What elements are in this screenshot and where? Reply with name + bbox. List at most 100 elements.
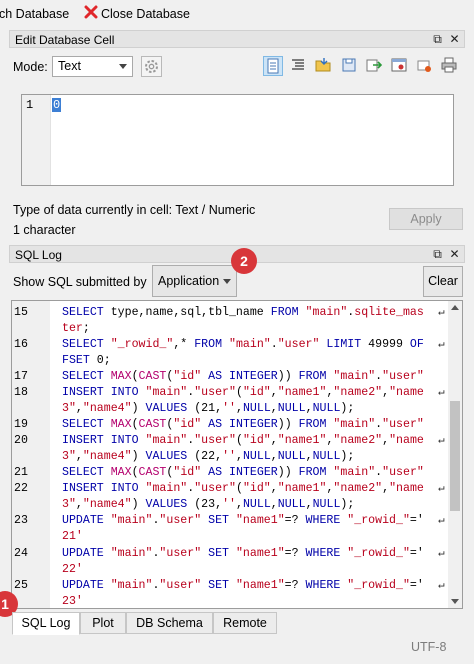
code-token: );: [340, 402, 355, 415]
code-token: sqlite_mas: [354, 306, 424, 319]
code-token: ): [131, 498, 146, 511]
code-token: ,: [75, 402, 83, 415]
code-token: 23': [62, 595, 83, 608]
cell-editor[interactable]: 1 0: [21, 94, 454, 186]
set-null-button[interactable]: [365, 56, 385, 76]
wrap-indicator-icon: ↵: [438, 339, 445, 351]
mode-select[interactable]: Text: [52, 56, 133, 77]
log-line-number: 15: [14, 306, 28, 319]
code-token: "_rowid_": [110, 338, 174, 351]
sql-log-view[interactable]: 15 SELECT type,name,sql,tbl_name FROM "ma…: [11, 300, 463, 609]
code-token: ,: [75, 450, 83, 463]
float-dock-icon[interactable]: ⧉: [431, 247, 444, 261]
log-line: 3","name4") VALUES (22,'',NULL,NULL,NULL…: [12, 449, 452, 465]
code-token: "id": [173, 418, 202, 431]
import-button[interactable]: [314, 56, 334, 76]
code-token: FROM: [194, 338, 229, 351]
scroll-up-icon[interactable]: [451, 305, 459, 310]
apply-button[interactable]: Apply: [389, 208, 463, 230]
code-token: VALUES: [145, 402, 195, 415]
open-database-button[interactable]: ch Database: [0, 7, 69, 21]
close-dock-icon[interactable]: ✕: [448, 247, 461, 261]
code-token: OF: [409, 338, 424, 351]
code-token: .: [270, 338, 278, 351]
word-wrap-button[interactable]: [263, 56, 283, 76]
sql-source-select[interactable]: Application: [152, 265, 237, 297]
close-database-button[interactable]: Close Database: [101, 7, 190, 21]
log-line: FSET 0;: [12, 353, 452, 369]
log-line-number: 24: [14, 546, 28, 560]
tab-db-schema[interactable]: DB Schema: [126, 612, 213, 634]
code-token: 3": [62, 450, 76, 463]
code-token: "user": [382, 418, 424, 431]
tab-plot[interactable]: Plot: [80, 612, 126, 634]
text-align-button[interactable]: [289, 56, 309, 76]
log-line: 22 INSERT INTO "main"."user"("id","name1"…: [12, 481, 452, 497]
clear-cell-button[interactable]: [415, 56, 435, 76]
code-token: CAST: [138, 466, 167, 479]
code-token: "name2": [333, 482, 383, 495]
log-line-code: SELECT type,name,sql,tbl_name FROM "main…: [62, 305, 424, 321]
log-line: 19 SELECT MAX(CAST("id" AS INTEGER)) FROM…: [12, 417, 452, 433]
code-token: "name1": [235, 579, 285, 592]
code-token: "main": [110, 546, 153, 560]
code-token: 0;: [96, 354, 111, 367]
log-line-number: 21: [14, 466, 28, 479]
code-token: =?: [284, 579, 306, 592]
printer-icon: [441, 57, 457, 73]
log-line-code: 22': [62, 562, 83, 578]
close-dock-icon[interactable]: ✕: [448, 32, 461, 46]
clear-log-button[interactable]: Clear: [423, 266, 463, 297]
code-token: SELECT: [62, 466, 111, 479]
print-button[interactable]: [440, 56, 460, 76]
tab-remote[interactable]: Remote: [213, 612, 277, 634]
log-line-code: INSERT INTO "main"."user"("id","name1","…: [62, 481, 424, 497]
code-token: CAST: [138, 418, 167, 431]
wrap-indicator-icon: ↵: [438, 515, 445, 527]
code-token: MAX: [110, 466, 132, 479]
code-token: ,: [235, 498, 243, 511]
code-token: "main": [110, 579, 153, 592]
code-token: )): [277, 418, 299, 431]
code-token: "name1": [277, 386, 327, 399]
code-token: NULL: [312, 498, 341, 511]
code-token: )): [277, 466, 299, 479]
log-line-number: 23: [14, 514, 28, 527]
code-token: "main": [110, 514, 153, 527]
code-token: "user": [194, 386, 236, 399]
auto-format-button[interactable]: [141, 56, 162, 77]
log-line: 20 INSERT INTO "main"."user"("id","name1"…: [12, 433, 452, 449]
code-token: ,: [270, 386, 278, 399]
code-token: "main": [229, 338, 271, 351]
log-line-code: FSET 0;: [62, 353, 111, 369]
code-token: "main": [333, 370, 376, 383]
log-line-code: INSERT INTO "main"."user"("id","name1","…: [62, 433, 424, 449]
open-in-editor-button[interactable]: [390, 56, 410, 76]
tab-sql-log[interactable]: SQL Log: [12, 612, 80, 635]
export-button[interactable]: [340, 56, 360, 76]
float-dock-icon[interactable]: ⧉: [431, 32, 444, 46]
code-token: =': [409, 546, 424, 560]
scroll-thumb[interactable]: [450, 401, 460, 511]
code-token: "user": [194, 434, 236, 447]
annotation-badge-2: 2: [231, 248, 257, 274]
code-token: "main": [333, 466, 376, 479]
code-token: )): [277, 370, 299, 383]
code-token: "id": [173, 466, 202, 479]
code-token: SELECT: [62, 306, 111, 319]
edit-cell-title: Edit Database Cell: [15, 33, 115, 47]
code-token: "id": [173, 370, 202, 383]
cell-value-text[interactable]: 0: [52, 98, 62, 112]
code-token: FROM: [298, 466, 334, 479]
code-token: "_rowid_": [347, 579, 410, 592]
code-token: "user": [382, 370, 424, 383]
log-vertical-scrollbar[interactable]: [448, 301, 462, 608]
editor-line-number: 1: [26, 98, 34, 112]
code-token: "main": [305, 306, 348, 319]
code-token: "name1": [277, 434, 327, 447]
scroll-down-icon[interactable]: [451, 599, 459, 604]
code-token: );: [340, 450, 355, 463]
code-token: ): [131, 450, 146, 463]
code-token: ,: [270, 434, 278, 447]
code-token: "name4": [82, 402, 132, 415]
